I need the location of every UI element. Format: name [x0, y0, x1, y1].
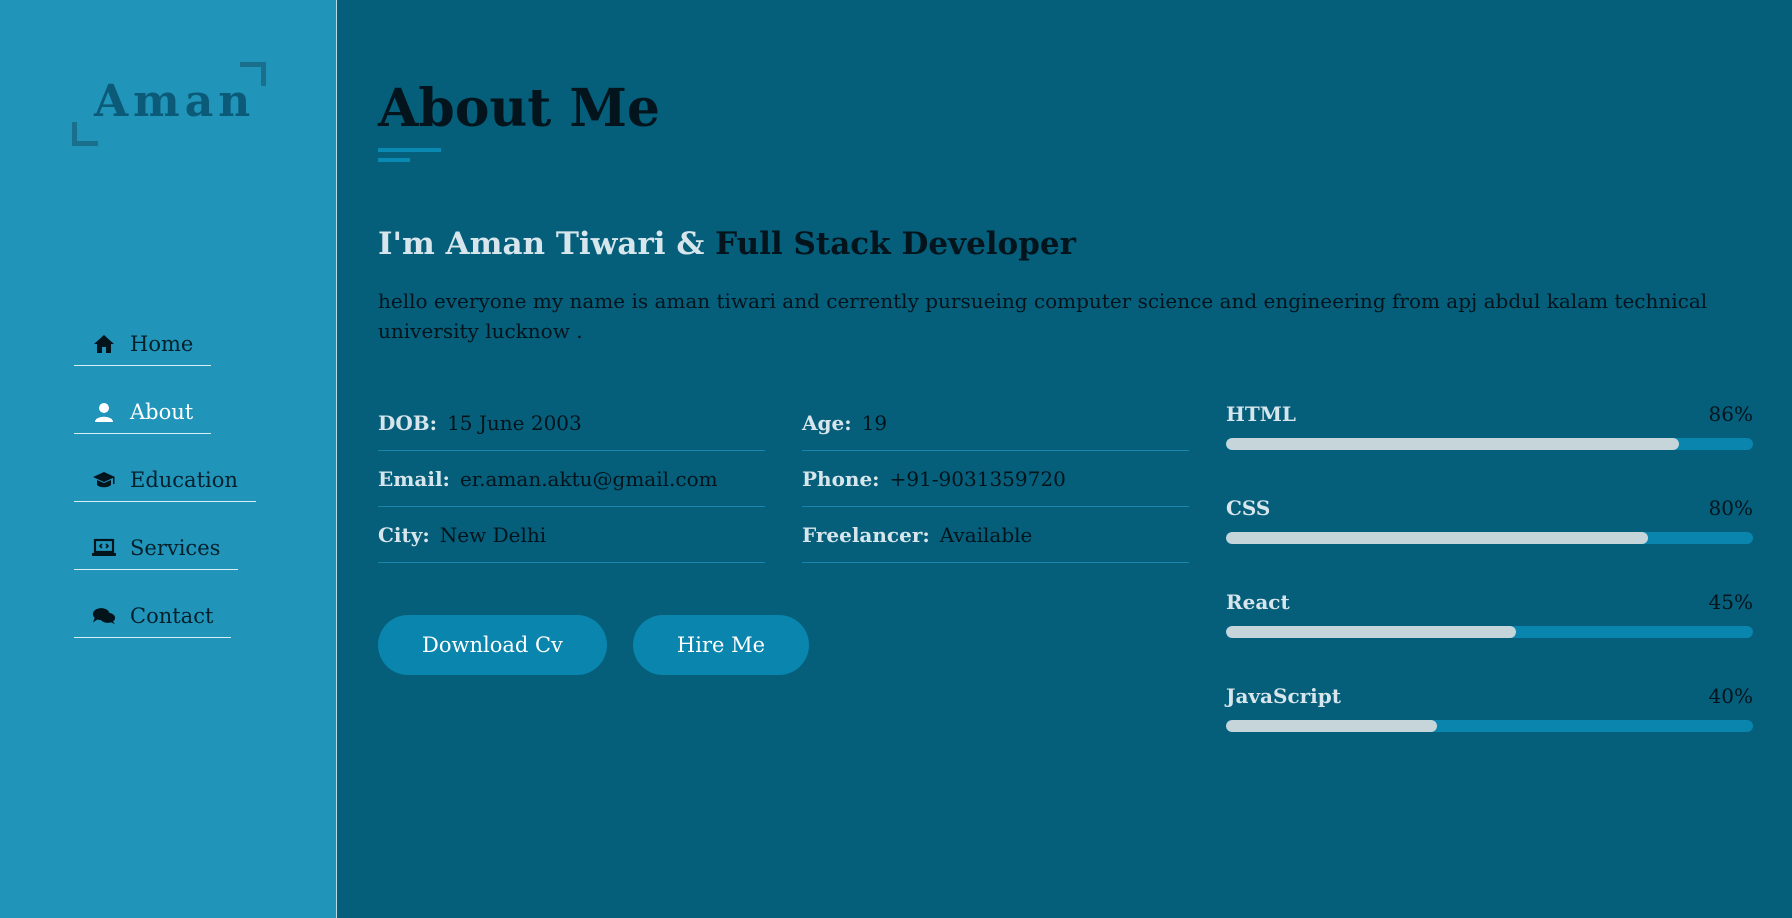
sidebar-item-home[interactable]: Home [74, 322, 212, 366]
info-city: City: New Delhi [378, 507, 765, 563]
sidebar-item-label: Home [130, 331, 194, 356]
laptop-code-icon [92, 537, 116, 559]
download-cv-button[interactable]: Download Cv [378, 615, 607, 675]
skill-name: React [1226, 590, 1290, 614]
skill-percent: 40% [1708, 684, 1753, 708]
info-value: Available [939, 522, 1033, 547]
sidebar-item-services[interactable]: Services [74, 526, 239, 570]
info-value: +91-9031359720 [889, 466, 1066, 491]
sidebar-item-label: Services [130, 535, 221, 560]
intro-name: I'm Aman Tiwari & [378, 226, 716, 262]
sidebar-item-contact[interactable]: Contact [74, 594, 232, 638]
personal-info: DOB: 15 June 2003 Age: 19 Email: er.aman… [378, 395, 1189, 563]
skill-progress-bar [1226, 438, 1753, 450]
info-phone: Phone: +91-9031359720 [802, 451, 1189, 507]
sidebar-item-label: Education [130, 467, 238, 492]
info-value: er.aman.aktu@gmail.com [459, 466, 718, 491]
home-icon [92, 333, 116, 355]
info-label: Phone: [802, 466, 880, 491]
info-value: 19 [861, 410, 888, 435]
skill-progress-fill [1226, 532, 1648, 544]
skill-progress-bar [1226, 720, 1753, 732]
info-age: Age: 19 [802, 395, 1189, 451]
info-label: Freelancer: [802, 522, 930, 547]
info-label: DOB: [378, 410, 438, 435]
skill-progress-bar [1226, 626, 1753, 638]
skill-javascript: JavaScript 40% [1226, 684, 1753, 778]
skill-name: HTML [1226, 402, 1296, 426]
sidebar-item-about[interactable]: About [74, 390, 212, 434]
comments-icon [92, 605, 116, 627]
skills: HTML 86% CSS 80% React 45% JavaScript 40… [1226, 402, 1753, 778]
info-email: Email: er.aman.aktu@gmail.com [378, 451, 765, 507]
skill-percent: 45% [1708, 590, 1753, 614]
skill-percent: 80% [1708, 496, 1753, 520]
skill-progress-fill [1226, 626, 1516, 638]
info-freelancer: Freelancer: Available [802, 507, 1189, 563]
info-label: Age: [802, 410, 852, 435]
logo-text: Aman [94, 76, 256, 127]
skill-name: CSS [1226, 496, 1271, 520]
skill-percent: 86% [1708, 402, 1753, 426]
skill-html: HTML 86% [1226, 402, 1753, 496]
info-value: 15 June 2003 [447, 410, 582, 435]
skill-react: React 45% [1226, 590, 1753, 684]
intro-heading: I'm Aman Tiwari & Full Stack Developer [378, 226, 1076, 262]
info-label: Email: [378, 466, 450, 491]
sidebar-item-education[interactable]: Education [74, 458, 256, 502]
intro-role: Full Stack Developer [715, 226, 1076, 262]
sidebar: Aman Home About Education Services Conta… [0, 0, 337, 918]
skill-progress-fill [1226, 720, 1437, 732]
title-underline-short [378, 158, 410, 162]
page-title: About Me [378, 78, 660, 139]
title-underline [378, 148, 441, 152]
logo[interactable]: Aman [72, 62, 266, 146]
hire-me-button[interactable]: Hire Me [632, 615, 810, 675]
user-icon [92, 401, 116, 423]
main-content: About Me I'm Aman Tiwari & Full Stack De… [378, 0, 1792, 918]
sidebar-item-label: About [130, 399, 194, 424]
info-dob: DOB: 15 June 2003 [378, 395, 765, 451]
graduation-cap-icon [92, 469, 116, 491]
skill-css: CSS 80% [1226, 496, 1753, 590]
sidebar-nav: Home About Education Services Contact [74, 322, 256, 662]
skill-progress-fill [1226, 438, 1680, 450]
skill-progress-bar [1226, 532, 1753, 544]
info-value: New Delhi [439, 522, 547, 547]
action-buttons: Download Cv Hire Me [378, 615, 810, 675]
info-label: City: [378, 522, 430, 547]
skill-name: JavaScript [1226, 684, 1341, 708]
sidebar-item-label: Contact [130, 603, 214, 628]
intro-text: hello everyone my name is aman tiwari an… [378, 289, 1708, 343]
